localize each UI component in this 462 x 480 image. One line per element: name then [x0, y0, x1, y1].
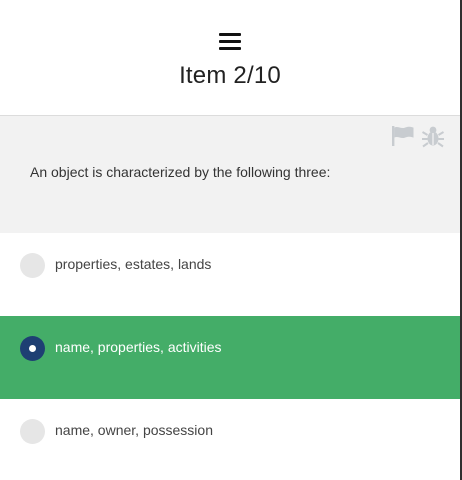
quiz-app: Item 2/10 An object is characterized by …: [0, 0, 462, 480]
answer-option-3[interactable]: name, owner, possession: [0, 399, 460, 480]
quiz-header: Item 2/10: [0, 0, 460, 116]
radio-button[interactable]: [20, 253, 45, 278]
flag-icon[interactable]: [391, 125, 415, 147]
item-counter-title: Item 2/10: [179, 62, 281, 89]
menu-bar-bottom: [219, 47, 241, 50]
answer-option-1[interactable]: properties, estates, lands: [0, 233, 460, 316]
answer-option-2-selected[interactable]: name, properties, activities: [0, 316, 460, 399]
question-text: An object is characterized by the follow…: [30, 164, 331, 180]
bug-icon[interactable]: [421, 124, 445, 148]
question-panel: An object is characterized by the follow…: [0, 116, 460, 233]
menu-bar-middle: [219, 40, 241, 43]
menu-bar-top: [219, 33, 241, 36]
answer-option-label: properties, estates, lands: [55, 256, 212, 272]
answer-option-label: name, properties, activities: [55, 339, 222, 355]
hamburger-menu-icon[interactable]: [219, 32, 241, 52]
answer-option-label: name, owner, possession: [55, 422, 213, 438]
radio-button[interactable]: [20, 419, 45, 444]
radio-button-selected[interactable]: [20, 336, 45, 361]
